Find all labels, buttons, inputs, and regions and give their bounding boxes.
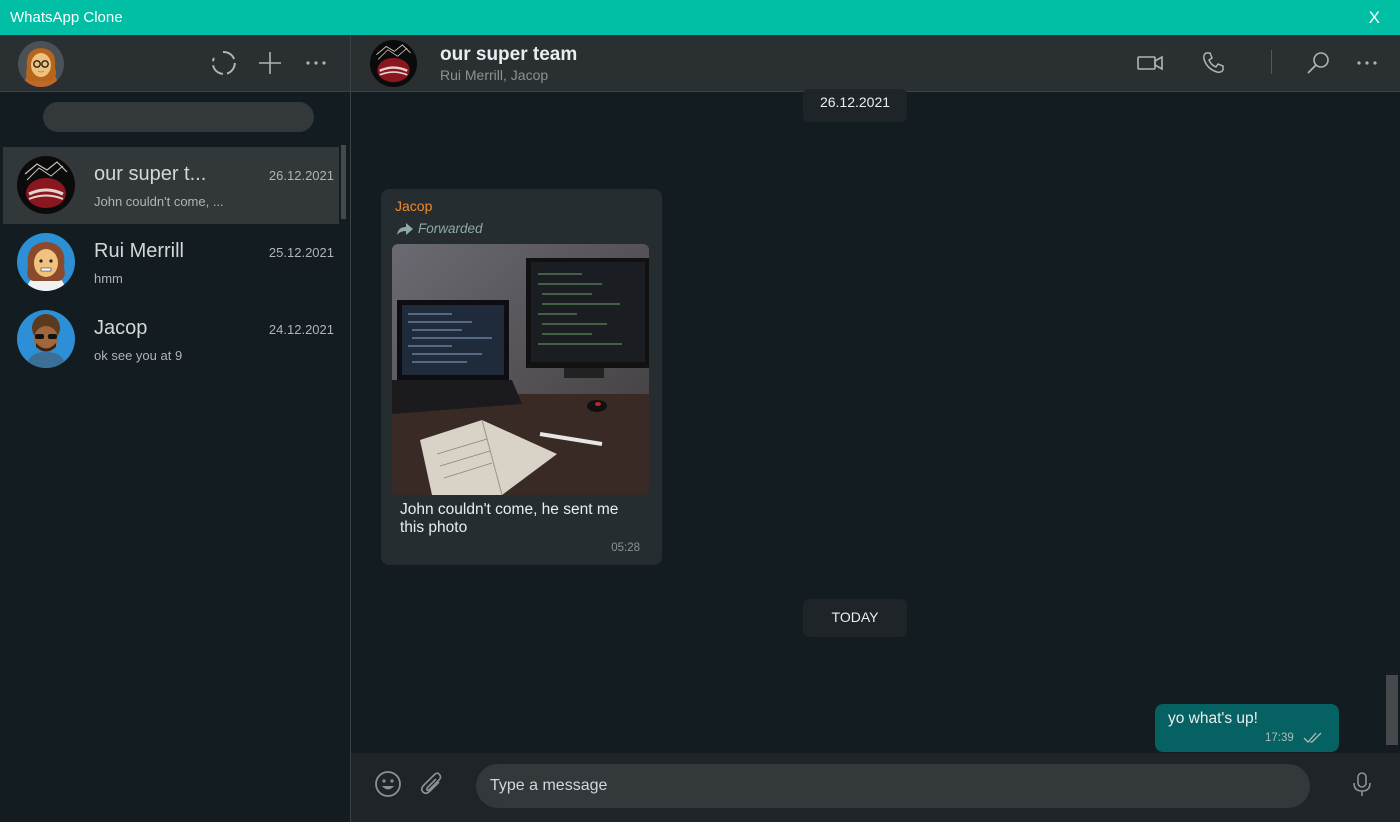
incoming-message[interactable]: Jacop Forwarded John couldn't come, he s… <box>381 189 662 565</box>
chat-preview: ok see you at 9 <box>94 348 183 363</box>
message-time: 17:39 <box>1265 732 1294 744</box>
chat-menu-dots-icon[interactable] <box>1353 49 1381 77</box>
attach-icon[interactable] <box>418 769 448 799</box>
message-composer <box>351 753 1400 822</box>
message-time: 05:28 <box>611 542 640 554</box>
chat-date: 25.12.2021 <box>268 245 334 260</box>
chat-date: 26.12.2021 <box>268 168 334 183</box>
message-input-box[interactable] <box>476 764 1310 808</box>
voice-call-icon[interactable] <box>1199 49 1227 77</box>
chat-scrollbar[interactable] <box>1386 675 1398 745</box>
sidebar-header <box>0 35 350 92</box>
message-photo[interactable] <box>392 244 649 495</box>
chat-name: our super t... <box>94 163 207 185</box>
sidebar: our super t... 26.12.2021 John couldn't … <box>0 35 351 822</box>
contact-avatar <box>17 310 75 368</box>
date-chip-today: TODAY <box>803 599 907 637</box>
header-separator <box>1271 50 1272 74</box>
forwarded-indicator: Forwarded <box>396 221 483 236</box>
chat-name: Rui Merrill <box>94 240 184 262</box>
chat-panel: our super team Rui Merrill, Jacop 26.12.… <box>351 35 1400 822</box>
title-bar: WhatsApp Clone X <box>0 0 1400 35</box>
date-chip: 26.12.2021 <box>803 89 907 122</box>
menu-dots-icon[interactable] <box>302 49 330 77</box>
chat-preview: hmm <box>94 271 123 286</box>
search-icon[interactable] <box>1305 49 1333 77</box>
video-call-icon[interactable] <box>1136 49 1164 77</box>
outgoing-message[interactable]: yo what's up! 17:39 <box>1155 704 1339 752</box>
chat-item-jacop[interactable]: Jacop 24.12.2021 ok see you at 9 <box>3 301 339 378</box>
window-title: WhatsApp Clone <box>10 9 123 26</box>
double-check-icon <box>1303 732 1322 743</box>
sender-name: Jacop <box>395 198 433 214</box>
message-input[interactable] <box>476 764 1310 808</box>
chat-name: Jacop <box>94 317 148 339</box>
chat-date: 24.12.2021 <box>268 322 334 337</box>
chat-title: our super team <box>440 44 578 65</box>
new-chat-icon[interactable] <box>256 49 284 77</box>
search-box[interactable] <box>43 102 314 132</box>
forwarded-label: Forwarded <box>418 221 483 236</box>
chat-preview: John couldn't come, ... <box>94 194 224 209</box>
group-avatar <box>17 156 75 214</box>
group-avatar[interactable] <box>370 40 417 87</box>
emoji-icon[interactable] <box>373 769 403 799</box>
microphone-icon[interactable] <box>1347 769 1377 799</box>
message-text: yo what's up! <box>1168 710 1258 727</box>
forward-arrow-icon <box>397 223 413 236</box>
contact-avatar <box>17 233 75 291</box>
chat-item-rui-merrill[interactable]: Rui Merrill 25.12.2021 hmm <box>3 224 339 301</box>
search-input[interactable] <box>43 102 314 132</box>
chat-item-our-super-team[interactable]: our super t... 26.12.2021 John couldn't … <box>3 147 339 224</box>
chat-header: our super team Rui Merrill, Jacop <box>351 35 1400 92</box>
message-text: John couldn't come, he sent me this phot… <box>400 501 619 536</box>
close-button[interactable]: X <box>1369 8 1380 28</box>
sidebar-scrollbar[interactable] <box>341 145 346 219</box>
user-avatar[interactable] <box>18 41 64 87</box>
chat-members: Rui Merrill, Jacop <box>440 67 549 83</box>
status-icon[interactable] <box>209 49 237 77</box>
